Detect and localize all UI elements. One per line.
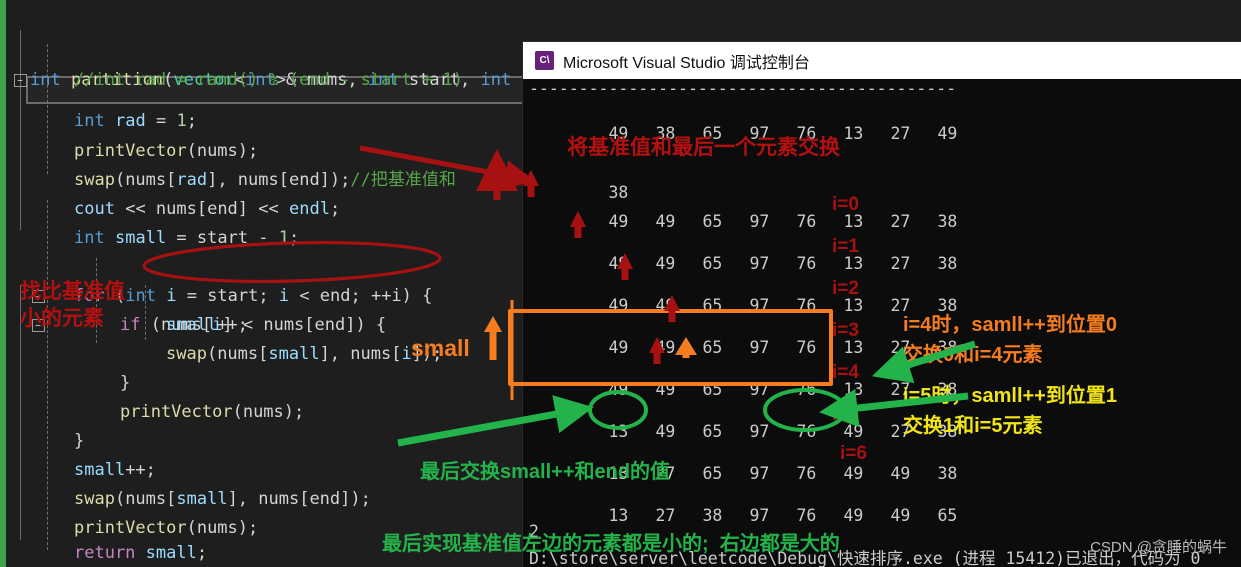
console-title-bar[interactable]: C\ Microsoft Visual Studio 调试控制台 [523,42,1241,79]
iteration-label: i=5 [832,404,859,425]
visual-studio-icon: C\ [535,51,554,70]
annotation-small-label: small [411,335,470,361]
iteration-label: i=0 [832,194,859,215]
annotation-find-smaller: 找比基准值 小的元素 [20,280,125,330]
annotation-swap-pivot-last: 将基准值和最后一个元素交换 [567,136,840,159]
console-separator: ----------------------------------------… [529,79,957,98]
annotation-i5-explain: i=5时，samll++到位置1 交换1和i=5元素 [903,385,1117,437]
annotation-conclusion: 最后实现基准值左边的元素都是小的; 右边都是大的 [382,533,840,555]
screenshot-root: int partition(vector<int>& nums, int sta… [0,0,1241,567]
code-line[interactable]: int partition(vector<int>& nums, int sta… [0,8,700,90]
annotation-final-swap: 最后交换small++和end的值 [420,461,671,483]
csdn-watermark: CSDN @贪睡的蜗牛 [1090,539,1227,556]
iteration-label: i=4 [832,362,859,383]
iteration-label: i=3 [832,320,859,341]
iteration-label: i=2 [832,278,859,299]
console-title-label: Microsoft Visual Studio 调试控制台 [563,54,810,72]
annotation-i4-explain: i=4时，samll++到位置0 交换0和i=4元素 [903,314,1117,366]
iteration-label: i=1 [832,236,859,257]
orange-highlight-box [508,309,833,386]
console-window[interactable]: C\ Microsoft Visual Studio 调试控制台 -------… [523,42,1241,567]
iteration-label: i=6 [840,443,867,464]
